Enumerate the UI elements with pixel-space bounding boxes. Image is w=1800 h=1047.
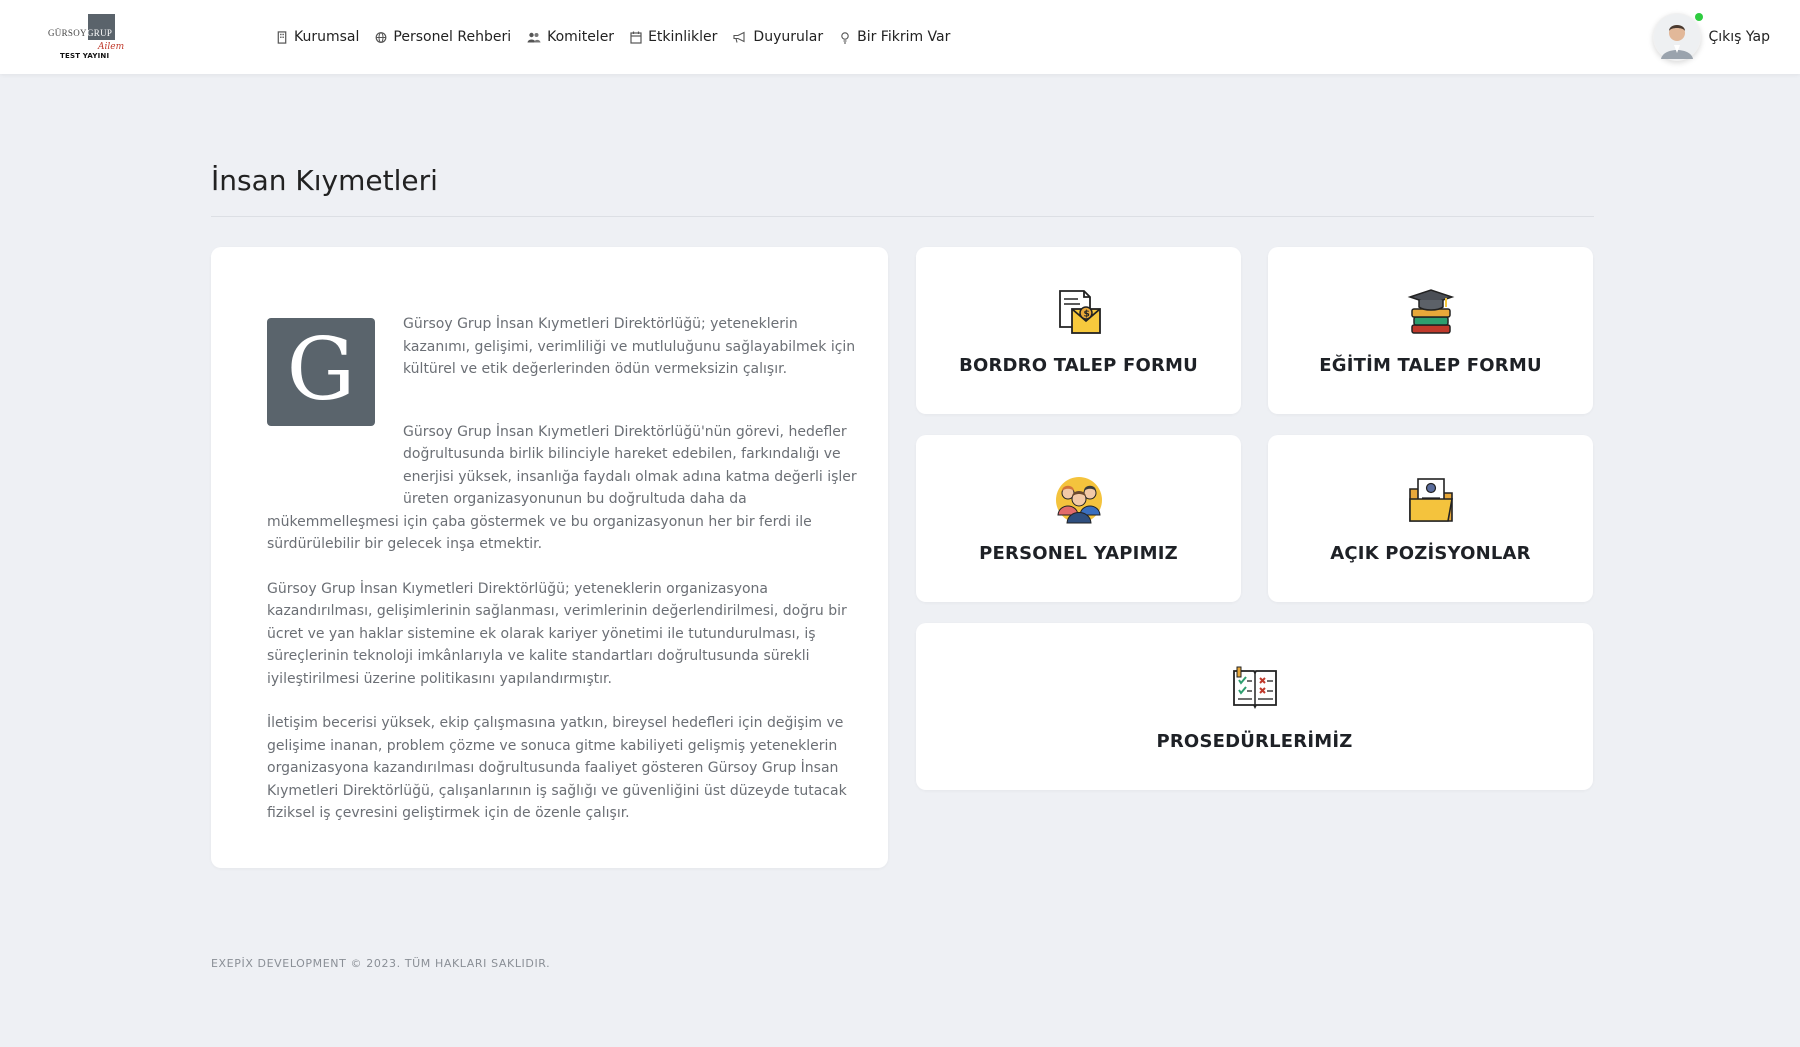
payroll-envelope-icon: $ bbox=[1058, 290, 1101, 334]
svg-text:$: $ bbox=[1083, 310, 1089, 320]
users-icon bbox=[527, 32, 541, 42]
nav-label: Bir Fikrim Var bbox=[857, 29, 951, 45]
tile-prosedurlerimiz[interactable]: PROSEDÜRLERİMİZ bbox=[916, 623, 1593, 790]
company-logo[interactable]: GÜRSOY GRUP Ailem TEST YAYINI bbox=[48, 14, 124, 62]
logout-link[interactable]: Çıkış Yap bbox=[1709, 29, 1771, 45]
about-text: Gürsoy Grup İnsan Kıymetleri Direktörlüğ… bbox=[267, 313, 862, 847]
logo-script: Ailem bbox=[98, 42, 125, 52]
tile-label: EĞİTİM TALEP FORMU bbox=[1319, 355, 1542, 376]
logo-subtitle: TEST YAYINI bbox=[60, 52, 110, 60]
logo-spacer bbox=[267, 313, 403, 489]
footer-copyright: EXEPİX DEVELOPMENT © 2023. TÜM HAKLARI S… bbox=[211, 957, 551, 970]
nav-item-etkinlikler[interactable]: Etkinlikler bbox=[630, 29, 717, 45]
building-icon bbox=[277, 30, 287, 44]
title-divider bbox=[211, 216, 1594, 217]
nav-label: Kurumsal bbox=[294, 29, 360, 45]
main-nav: Kurumsal Personel Rehberi Komiteler Etki… bbox=[276, 24, 950, 50]
logo-word-gursoy: GÜRSOY bbox=[48, 28, 87, 38]
about-paragraph: Gürsoy Grup İnsan Kıymetleri Direktörlüğ… bbox=[267, 580, 847, 687]
top-navbar: GÜRSOY GRUP Ailem TEST YAYINI Kurumsal P… bbox=[0, 0, 1800, 74]
logo-word-grup: GRUP bbox=[87, 28, 113, 38]
nav-item-personel-rehberi[interactable]: Personel Rehberi bbox=[375, 29, 511, 45]
nav-item-duyurular[interactable]: Duyurular bbox=[733, 29, 823, 45]
nav-item-kurumsal[interactable]: Kurumsal bbox=[276, 29, 359, 45]
nav-item-komiteler[interactable]: Komiteler bbox=[527, 29, 614, 45]
tile-egitim-talep-formu[interactable]: EĞİTİM TALEP FORMU bbox=[1268, 247, 1593, 414]
tile-label: AÇIK POZİSYONLAR bbox=[1330, 543, 1531, 564]
nav-label: Komiteler bbox=[547, 29, 615, 45]
tile-label: PERSONEL YAPIMIZ bbox=[979, 543, 1178, 564]
graduation-books-icon bbox=[1407, 289, 1454, 334]
tile-label: BORDRO TALEP FORMU bbox=[959, 355, 1198, 376]
team-people-icon bbox=[1055, 477, 1102, 524]
lightbulb-icon bbox=[841, 31, 849, 44]
checklist-book-icon bbox=[1232, 666, 1277, 710]
tile-acik-pozisyonlar[interactable]: AÇIK POZİSYONLAR bbox=[1268, 435, 1593, 602]
megaphone-icon bbox=[733, 31, 745, 43]
tile-bordro-talep-formu[interactable]: $ BORDRO TALEP FORMU bbox=[916, 247, 1241, 414]
calendar-icon bbox=[630, 31, 642, 44]
user-menu: Çıkış Yap bbox=[1652, 13, 1771, 61]
nav-label: Duyurular bbox=[753, 29, 824, 45]
nav-item-bir-fikrim-var[interactable]: Bir Fikrim Var bbox=[839, 29, 950, 45]
globe-icon bbox=[375, 31, 387, 43]
nav-label: Personel Rehberi bbox=[393, 29, 512, 45]
avatar[interactable] bbox=[1652, 13, 1703, 61]
tile-personel-yapimiz[interactable]: PERSONEL YAPIMIZ bbox=[916, 435, 1241, 602]
user-avatar-icon bbox=[1653, 14, 1700, 60]
nav-label: Etkinlikler bbox=[648, 29, 718, 45]
resume-folder-icon bbox=[1408, 478, 1453, 522]
about-card: G Gürsoy Grup İnsan Kıymetleri Direktörl… bbox=[211, 247, 888, 868]
online-status-dot bbox=[1694, 13, 1703, 21]
about-paragraph: İletişim becerisi yüksek, ekip çalışması… bbox=[267, 715, 847, 821]
tile-label: PROSEDÜRLERİMİZ bbox=[1156, 731, 1353, 752]
page-title: İnsan Kıymetleri bbox=[211, 164, 438, 197]
